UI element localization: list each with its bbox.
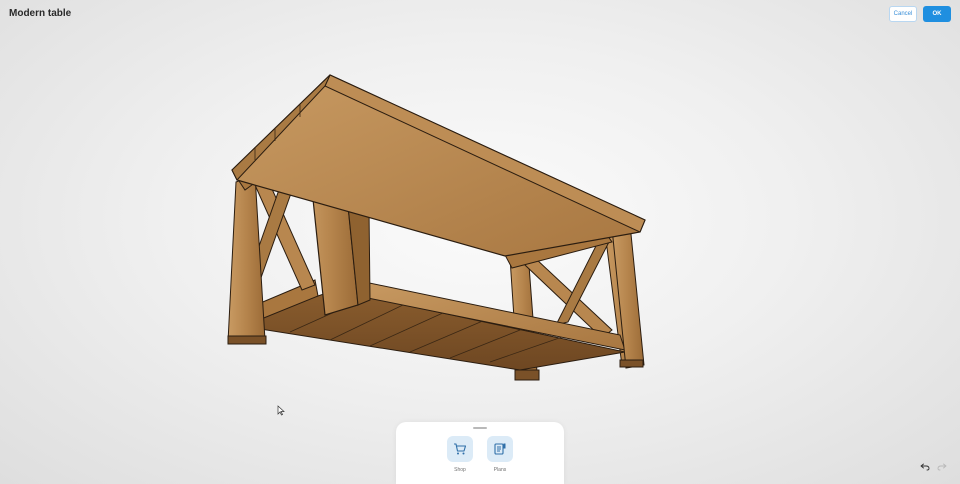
bottom-toolbar: Shop Plans [396, 422, 564, 484]
cart-icon [447, 436, 473, 462]
table-3d-model[interactable] [215, 65, 655, 390]
undo-icon [920, 463, 929, 470]
redo-icon [937, 463, 946, 470]
cancel-button[interactable]: Cancel [889, 6, 917, 22]
ok-button[interactable]: OK [923, 6, 951, 22]
mouse-cursor-icon [277, 405, 285, 416]
undo-button[interactable] [916, 459, 933, 474]
drag-handle[interactable] [473, 427, 487, 429]
redo-button[interactable] [933, 459, 950, 474]
plans-icon [487, 436, 513, 462]
plans-button[interactable]: Plans [486, 436, 514, 473]
shop-button[interactable]: Shop [446, 436, 474, 473]
history-controls [916, 459, 950, 474]
shop-label: Shop [454, 467, 466, 473]
plans-label: Plans [493, 467, 507, 473]
page-title: Modern table [9, 8, 72, 19]
